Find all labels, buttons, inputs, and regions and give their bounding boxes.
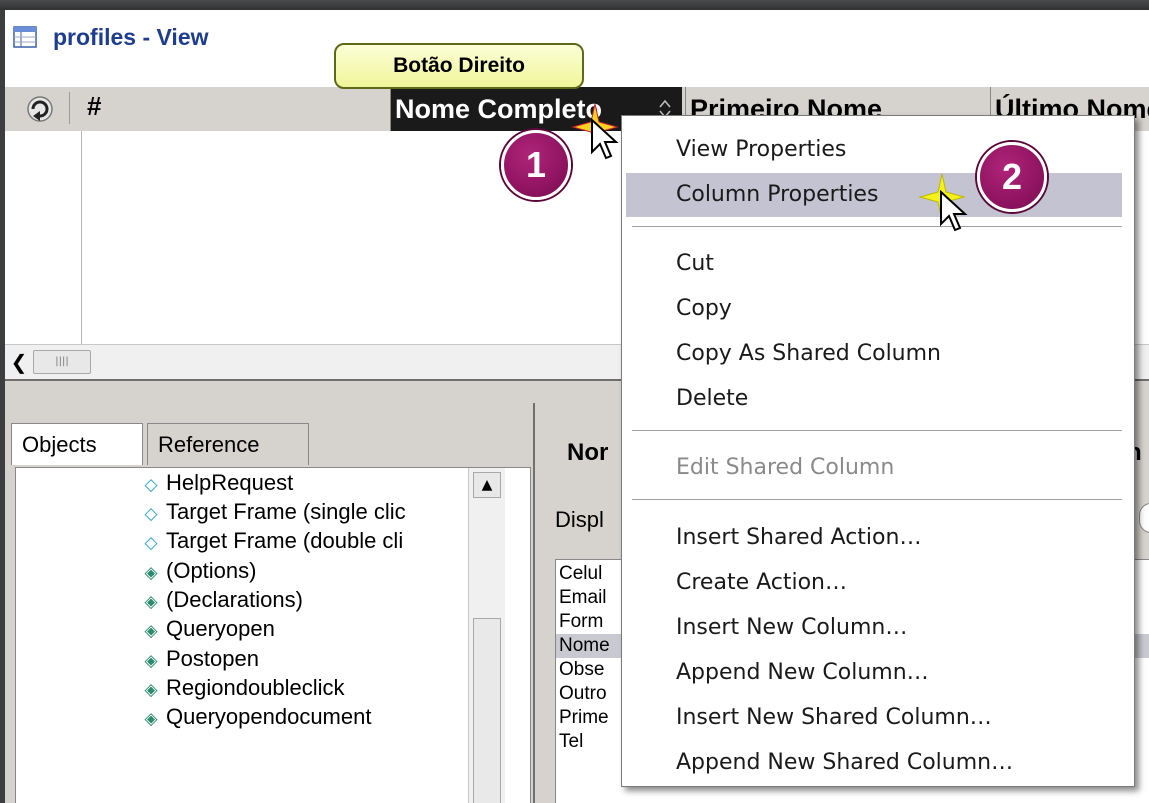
flow-icon: ◈ bbox=[144, 680, 158, 699]
menu-separator bbox=[632, 499, 1122, 501]
tree-item[interactable]: ◈ (Declarations) bbox=[142, 585, 303, 614]
flow-icon: ◈ bbox=[144, 592, 158, 611]
menu-item-cut[interactable]: Cut bbox=[626, 242, 1122, 286]
mouse-cursor-icon bbox=[940, 190, 968, 232]
list-item[interactable]: Email bbox=[559, 586, 607, 610]
diamond-icon: ◇ bbox=[144, 504, 158, 523]
tree-item[interactable]: ◈ Regiondoubleclick bbox=[142, 673, 345, 702]
tree-item[interactable]: ◇ Target Frame (double cli bbox=[142, 526, 403, 555]
diamond-icon: ◇ bbox=[144, 533, 158, 552]
tab-label: Reference bbox=[158, 432, 260, 457]
menu-item-append-new-shared-column[interactable]: Append New Shared Column… bbox=[626, 741, 1122, 785]
refresh-icon bbox=[27, 96, 53, 122]
window-title: profiles - View bbox=[53, 24, 209, 50]
tree-item[interactable]: ◇ HelpRequest bbox=[142, 468, 293, 497]
menu-item-copy[interactable]: Copy bbox=[626, 287, 1122, 331]
flow-icon: ◈ bbox=[144, 651, 158, 670]
refresh-button[interactable] bbox=[11, 92, 70, 124]
tree-item-label: HelpRequest bbox=[166, 470, 294, 495]
scroll-thumb[interactable] bbox=[473, 618, 501, 803]
tree-item-label: Queryopen bbox=[166, 616, 275, 641]
flow-icon: ◈ bbox=[144, 621, 158, 640]
menu-separator bbox=[632, 226, 1122, 228]
tree-item-label: Target Frame (single clic bbox=[166, 499, 406, 524]
display-label: Displ bbox=[555, 507, 604, 532]
tree-item-label: Queryopendocument bbox=[166, 704, 372, 729]
mouse-cursor-icon bbox=[591, 118, 619, 160]
view-icon bbox=[13, 26, 37, 48]
diamond-icon: ◇ bbox=[144, 475, 158, 494]
grip-icon: |||| bbox=[55, 356, 69, 367]
menu-item-append-new-column[interactable]: Append New Column… bbox=[626, 651, 1122, 695]
menu-item-insert-shared-action[interactable]: Insert Shared Action… bbox=[626, 516, 1122, 560]
display-option-control[interactable] bbox=[1139, 503, 1149, 533]
context-menu: View Properties Column Properties Cut Co… bbox=[621, 115, 1135, 787]
menu-item-view-properties[interactable]: View Properties bbox=[626, 128, 1122, 172]
list-item[interactable]: Tel bbox=[559, 730, 583, 754]
tree-item-label: Regiondoubleclick bbox=[166, 675, 345, 700]
chevron-up-icon[interactable]: ▲ bbox=[473, 472, 501, 498]
flow-icon: ◈ bbox=[144, 563, 158, 582]
view-window: profiles - View # Nome Completo Primeiro… bbox=[5, 10, 1149, 803]
objects-pane: Objects Reference ◇ HelpRequest ◇ Target F… bbox=[5, 403, 533, 803]
tab-objects[interactable]: Objects bbox=[11, 423, 143, 465]
list-item[interactable]: Obse bbox=[559, 658, 604, 682]
menu-item-edit-shared-column: Edit Shared Column bbox=[676, 455, 895, 480]
tab-reference[interactable]: Reference bbox=[147, 423, 309, 465]
list-item[interactable]: Form bbox=[559, 610, 603, 634]
tree-item[interactable]: ◈ (Options) bbox=[142, 556, 256, 585]
desktop-top-edge bbox=[0, 0, 1149, 10]
list-item[interactable]: Outro bbox=[559, 682, 607, 706]
menu-separator bbox=[632, 430, 1122, 432]
tree-item[interactable]: ◈ Queryopendocument bbox=[142, 702, 371, 731]
object-tree[interactable]: ◇ HelpRequest ◇ Target Frame (single clic … bbox=[15, 467, 531, 803]
tree-item[interactable]: ◈ Queryopen bbox=[142, 614, 275, 643]
arrow-left-icon[interactable]: ❮ bbox=[7, 349, 31, 375]
tree-item[interactable]: ◇ Target Frame (single clic bbox=[142, 497, 406, 526]
menu-item-insert-new-shared-column[interactable]: Insert New Shared Column… bbox=[626, 696, 1122, 740]
step-badge-1: 1 bbox=[501, 130, 571, 200]
menu-item-copy-as-shared-column[interactable]: Copy As Shared Column bbox=[626, 332, 1122, 376]
tree-item[interactable]: ◈ Postopen bbox=[142, 644, 259, 673]
list-item[interactable]: Celul bbox=[559, 562, 602, 586]
tree-item-label: (Declarations) bbox=[166, 587, 303, 612]
step-badge-2: 2 bbox=[977, 142, 1047, 212]
menu-item-column-properties[interactable]: Column Properties bbox=[626, 173, 1122, 217]
flow-icon: ◈ bbox=[144, 709, 158, 728]
row-number-header: # bbox=[87, 91, 102, 121]
list-item[interactable]: Prime bbox=[559, 706, 609, 730]
scroll-thumb[interactable]: |||| bbox=[33, 350, 91, 374]
right-click-callout: Botão Direito bbox=[334, 43, 584, 89]
row-number-column bbox=[5, 131, 82, 344]
tree-item-label: (Options) bbox=[166, 558, 257, 583]
tab-label: Objects bbox=[22, 432, 97, 457]
menu-item-insert-new-column[interactable]: Insert New Column… bbox=[626, 606, 1122, 650]
menu-item-delete[interactable]: Delete bbox=[626, 377, 1122, 421]
tree-item-label: Postopen bbox=[166, 646, 259, 671]
properties-title: Nor bbox=[567, 439, 609, 466]
vertical-scrollbar[interactable]: ▲ bbox=[468, 468, 505, 803]
tree-item-label: Target Frame (double cli bbox=[166, 528, 404, 553]
menu-item-create-action[interactable]: Create Action… bbox=[626, 561, 1122, 605]
